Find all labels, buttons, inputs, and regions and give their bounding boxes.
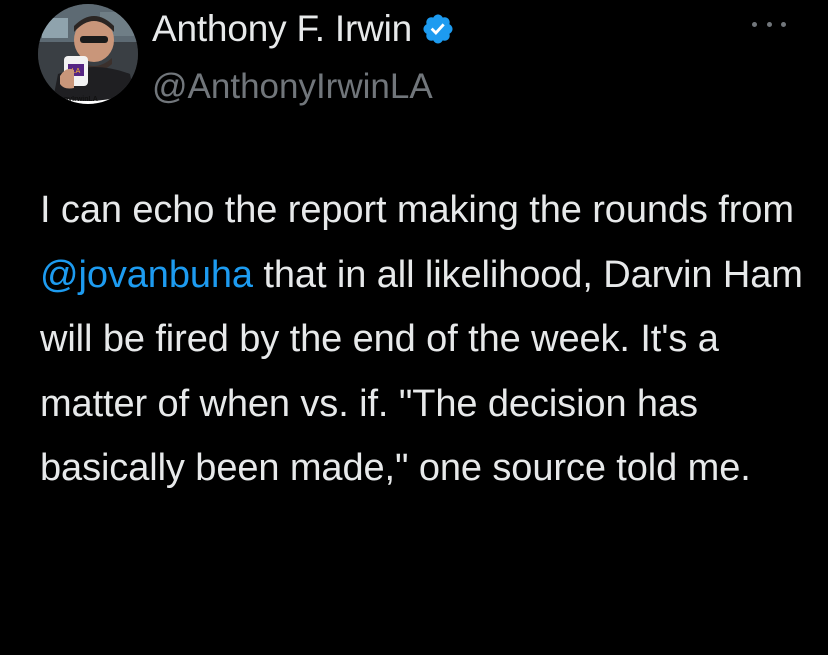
tweet-text-start: I can echo the report making the rounds … xyxy=(40,189,794,231)
avatar-photo: LA nyIrwinLA xyxy=(38,4,138,104)
avatar[interactable]: LA nyIrwinLA xyxy=(38,4,138,104)
tweet-text: I can echo the report making the rounds … xyxy=(40,178,810,501)
name-row: Anthony F. Irwin xyxy=(152,6,455,52)
more-horizontal-icon-dot xyxy=(766,21,772,27)
avatar-watermark: nyIrwinLA xyxy=(64,96,98,103)
author-block: Anthony F. Irwin @AnthonyIrwinLA xyxy=(152,6,455,110)
more-horizontal-icon-dot xyxy=(781,21,786,27)
more-options-button[interactable] xyxy=(752,12,786,36)
verified-badge-icon xyxy=(421,12,455,46)
tweet: LA nyIrwinLA Anthony F. Irwin @AnthonyIr… xyxy=(0,0,828,655)
display-name[interactable]: Anthony F. Irwin xyxy=(152,6,412,52)
mention-link[interactable]: @jovanbuha xyxy=(40,254,253,296)
user-handle[interactable]: @AnthonyIrwinLA xyxy=(152,64,455,110)
more-horizontal-icon-dot xyxy=(752,21,757,27)
